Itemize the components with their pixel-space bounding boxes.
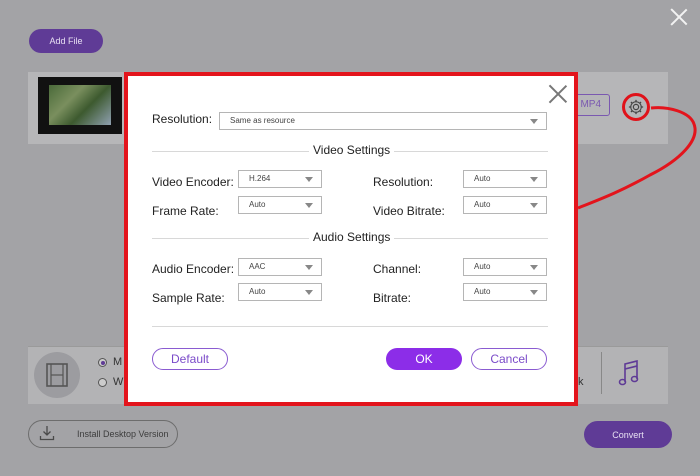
chevron-down-icon xyxy=(305,203,313,208)
chevron-down-icon xyxy=(530,265,538,270)
ok-button[interactable]: OK xyxy=(386,348,462,370)
chevron-down-icon xyxy=(530,290,538,295)
sample-rate-select[interactable]: Auto xyxy=(238,283,322,301)
channel-label: Channel: xyxy=(373,262,422,276)
video-resolution-select[interactable]: Auto xyxy=(463,170,547,188)
format-radio-1-label: M xyxy=(113,356,123,368)
channel-select[interactable]: Auto xyxy=(463,258,547,276)
chevron-down-icon xyxy=(305,290,313,295)
video-settings-title: Video Settings xyxy=(309,143,395,157)
add-file-button[interactable]: Add File xyxy=(29,29,103,53)
bitrate-label: Bitrate: xyxy=(373,291,412,305)
format-radio-2-label: W xyxy=(113,376,124,388)
frame-rate-label: Frame Rate: xyxy=(152,204,219,218)
cancel-button[interactable]: Cancel xyxy=(471,348,547,370)
chevron-down-icon xyxy=(530,119,538,124)
convert-button[interactable]: Convert xyxy=(584,421,672,448)
thumbnail-image xyxy=(49,85,111,125)
bitrate-value: Auto xyxy=(474,287,491,296)
frame-rate-value: Auto xyxy=(249,200,266,209)
format-radio-2[interactable] xyxy=(98,378,107,387)
divider xyxy=(601,352,602,394)
chevron-down-icon xyxy=(305,265,313,270)
chevron-down-icon xyxy=(530,203,538,208)
resolution-label: Resolution: xyxy=(152,112,213,126)
video-encoder-select[interactable]: H.264 xyxy=(238,170,322,188)
bitrate-select[interactable]: Auto xyxy=(463,283,547,301)
video-resolution-label: Resolution: xyxy=(373,175,434,189)
app-close-icon[interactable] xyxy=(668,6,690,28)
gear-icon[interactable] xyxy=(627,98,645,116)
audio-settings-title: Audio Settings xyxy=(309,230,395,244)
partial-label: k xyxy=(578,376,584,388)
frame-rate-select[interactable]: Auto xyxy=(238,196,322,214)
chevron-down-icon xyxy=(530,177,538,182)
video-bitrate-label: Video Bitrate: xyxy=(373,204,445,218)
default-button[interactable]: Default xyxy=(152,348,228,370)
resolution-select[interactable]: Same as resource xyxy=(219,112,547,130)
video-format-icon[interactable] xyxy=(34,352,80,398)
video-resolution-value: Auto xyxy=(474,174,491,183)
download-icon xyxy=(39,426,55,441)
video-encoder-label: Video Encoder: xyxy=(152,175,234,189)
channel-value: Auto xyxy=(474,262,491,271)
video-bitrate-select[interactable]: Auto xyxy=(463,196,547,214)
sample-rate-label: Sample Rate: xyxy=(152,291,225,305)
music-icon[interactable] xyxy=(617,358,641,388)
audio-encoder-label: Audio Encoder: xyxy=(152,262,235,276)
chevron-down-icon xyxy=(305,177,313,182)
video-encoder-value: H.264 xyxy=(249,174,271,183)
video-bitrate-value: Auto xyxy=(474,200,491,209)
footer-divider xyxy=(152,326,548,327)
resolution-select-value: Same as resource xyxy=(230,116,295,125)
format-radio-1[interactable] xyxy=(98,358,107,367)
settings-dialog: Resolution: Same as resource Video Setti… xyxy=(124,72,578,406)
audio-encoder-value: AAC xyxy=(249,262,266,271)
audio-encoder-select[interactable]: AAC xyxy=(238,258,322,276)
sample-rate-value: Auto xyxy=(249,287,266,296)
close-icon[interactable] xyxy=(548,84,568,104)
